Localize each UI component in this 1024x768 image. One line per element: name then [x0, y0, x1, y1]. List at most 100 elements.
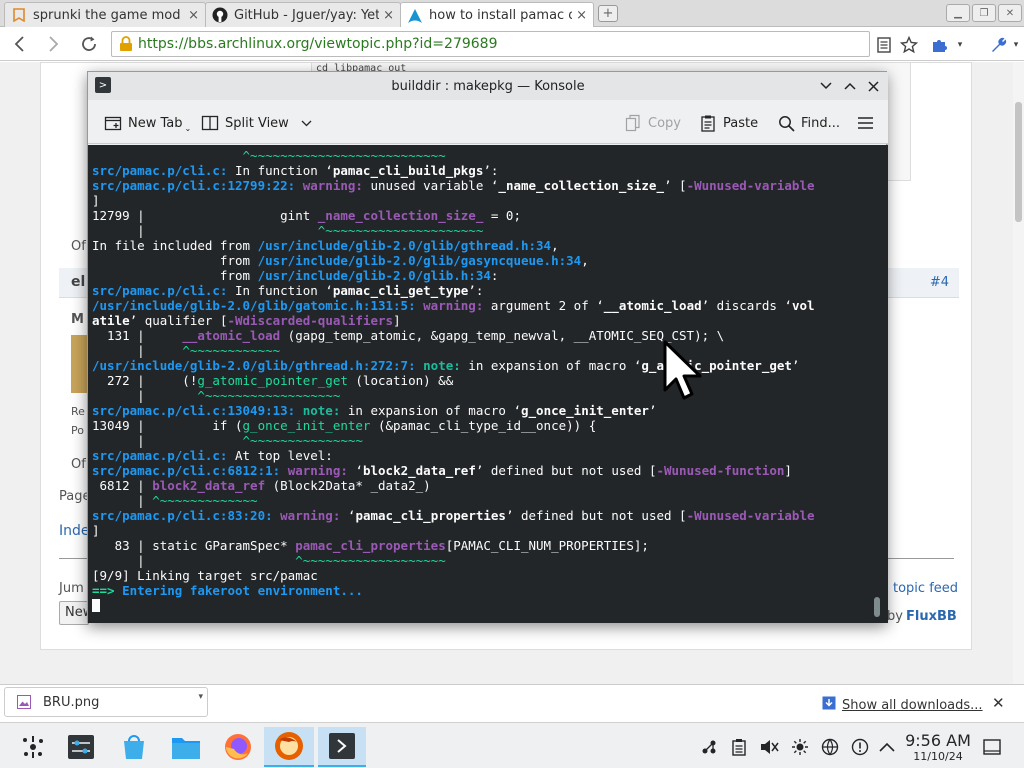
clipboard-tray-icon[interactable] [729, 737, 749, 757]
terminal-scrollbar[interactable] [874, 597, 880, 617]
show-all-downloads-link[interactable]: Show all downloads... [822, 696, 983, 714]
konsole-window[interactable]: > builddir : makepkg — Konsole New Tab ⌄… [87, 71, 888, 623]
terminal-text: [9/9] Linking target src/pamac [92, 568, 318, 583]
updates-tray-icon[interactable] [850, 737, 870, 757]
page-scrollbar[interactable] [1013, 62, 1024, 684]
app-launcher-button[interactable] [10, 727, 56, 767]
folder-icon [172, 738, 200, 759]
download-arrow-icon [822, 696, 836, 714]
terminal-text: ’ [791, 358, 800, 373]
terminal-text: ’ defined but not used [ [505, 508, 687, 523]
mouse-pointer-icon [662, 340, 706, 402]
post-number[interactable]: #4 [930, 275, 949, 290]
new-tab-button[interactable]: New Tab ⌄ [104, 112, 191, 134]
topic-feed-link[interactable]: topic feed [893, 581, 958, 596]
new-posts-select[interactable]: New [59, 601, 93, 625]
maximize-button[interactable]: ❐ [972, 4, 996, 22]
close-window-button[interactable]: ✕ [998, 4, 1022, 22]
hamburger-menu-button[interactable] [856, 112, 880, 134]
address-bar[interactable]: https://bbs.archlinux.org/viewtopic.php?… [111, 31, 870, 57]
close-icon[interactable] [864, 77, 882, 95]
copy-button[interactable]: Copy [624, 112, 681, 134]
maximize-icon[interactable] [841, 77, 859, 95]
terminal-text: /usr/include/glib-2.0/glib.h:34 [257, 268, 491, 283]
paste-button[interactable]: Paste [699, 112, 758, 134]
terminal-text: ^~~~~~~~~~~~~~~~ [242, 433, 363, 448]
terminal-text: In function ‘ [227, 163, 333, 178]
back-icon[interactable] [8, 33, 30, 55]
terminal-text: pamac_cli_properties [355, 508, 506, 523]
close-icon[interactable]: × [383, 8, 394, 23]
minimize-button[interactable]: ▁ [946, 4, 970, 22]
download-item[interactable]: BRU.png ▾ [4, 687, 208, 717]
terminal-text: | [92, 343, 183, 358]
bookmark-star-icon[interactable] [899, 35, 919, 55]
network-tray-icon[interactable] [699, 737, 719, 757]
find-button[interactable]: Find... [777, 112, 840, 134]
terminal-text: -Wunused-variable [686, 178, 815, 193]
extensions-icon[interactable] [930, 35, 950, 55]
reload-icon[interactable] [78, 33, 100, 55]
network-globe-icon[interactable] [820, 737, 840, 757]
minimize-icon[interactable] [817, 77, 835, 95]
close-icon[interactable]: × [188, 8, 199, 23]
index-link[interactable]: Inde [59, 523, 90, 539]
new-tab-button[interactable]: + [598, 5, 618, 22]
terminal-text: warning: [302, 178, 363, 193]
split-view-button[interactable]: Split View [201, 112, 312, 134]
chevron-down-icon[interactable]: ▾ [1006, 35, 1024, 55]
browser-window-button[interactable] [264, 727, 314, 767]
terminal-text: src/pamac.p/cli.c:6812:1: [92, 463, 281, 478]
chevron-down-icon[interactable]: ▾ [950, 35, 970, 55]
chevron-down-icon[interactable]: ▾ [198, 692, 203, 702]
terminal-text: ’ [648, 403, 657, 418]
terminal-line: src/pamac.p/cli.c:13049:13: note: in exp… [92, 403, 872, 418]
konsole-window-button[interactable] [318, 727, 366, 767]
terminal-text: | [92, 223, 318, 238]
forward-icon[interactable] [43, 33, 65, 55]
terminal-text: ’: [468, 283, 484, 298]
post-author[interactable]: el [71, 274, 85, 290]
konsole-toolbar: New Tab ⌄ Split View Copy Paste Find... [88, 100, 888, 144]
show-desktop-icon[interactable] [982, 737, 1002, 757]
firefox-button[interactable] [215, 727, 261, 767]
terminal-line: 13049 | if (g_once_init_enter (&pamac_cl… [92, 418, 872, 433]
terminal-text: unused variable ‘ [362, 178, 499, 193]
posts-label: Po [71, 424, 84, 437]
tab-label: how to install pamac or [429, 8, 573, 23]
volume-muted-icon[interactable] [759, 737, 779, 757]
terminal-text: 6812 | [92, 478, 153, 493]
scroll-thumb[interactable] [1015, 102, 1022, 222]
terminal-text: /usr/include/glib-2.0/glib/gatomic.h:131… [92, 298, 416, 313]
clock-time[interactable]: 9:56 AM [904, 731, 972, 750]
terminal-output[interactable]: ^~~~~~~~~~~~~~~~~~~~~~~~~~~ src/pamac.p/c… [88, 145, 888, 623]
terminal-text: g_once_init_enter [521, 403, 649, 418]
terminal-text: 272 | (! [92, 373, 198, 388]
konsole-titlebar[interactable]: > builddir : makepkg — Konsole [88, 72, 888, 100]
system-settings-button[interactable] [58, 727, 104, 767]
terminal-text: from [92, 253, 258, 268]
close-icon[interactable]: × [576, 8, 587, 23]
terminal-text: _name_collection_size_ [498, 178, 664, 193]
discover-button[interactable] [111, 727, 157, 767]
terminal-text: in expansion of macro ‘ [460, 358, 642, 373]
download-bar: BRU.png ▾ Show all downloads... ✕ [0, 684, 1024, 722]
terminal-text: | [92, 553, 296, 568]
close-icon[interactable]: ✕ [992, 694, 1005, 712]
terminal-text: 131 | [92, 328, 183, 343]
reader-view-icon[interactable] [874, 35, 894, 55]
launcher-icon [23, 736, 43, 758]
tab-label: sprunki the game mod [33, 7, 181, 23]
chevron-up-icon[interactable] [877, 737, 897, 757]
fluxbb-link[interactable]: FluxBB [906, 609, 957, 624]
brightness-tray-icon[interactable] [790, 737, 810, 757]
tab-github-yay[interactable]: GitHub - Jguer/yay: Yet × [205, 2, 401, 27]
file-manager-button[interactable] [163, 727, 209, 767]
terminal-line: ] [92, 523, 872, 538]
copy-icon [624, 114, 642, 132]
wrench-menu-icon[interactable] [988, 35, 1008, 55]
clock-date[interactable]: 11/10/24 [904, 750, 972, 763]
tab-sprunki[interactable]: sprunki the game mod × [4, 2, 206, 27]
tab-pamac-install[interactable]: how to install pamac or × [400, 2, 594, 28]
terminal-text: block2_data_ref [362, 463, 476, 478]
